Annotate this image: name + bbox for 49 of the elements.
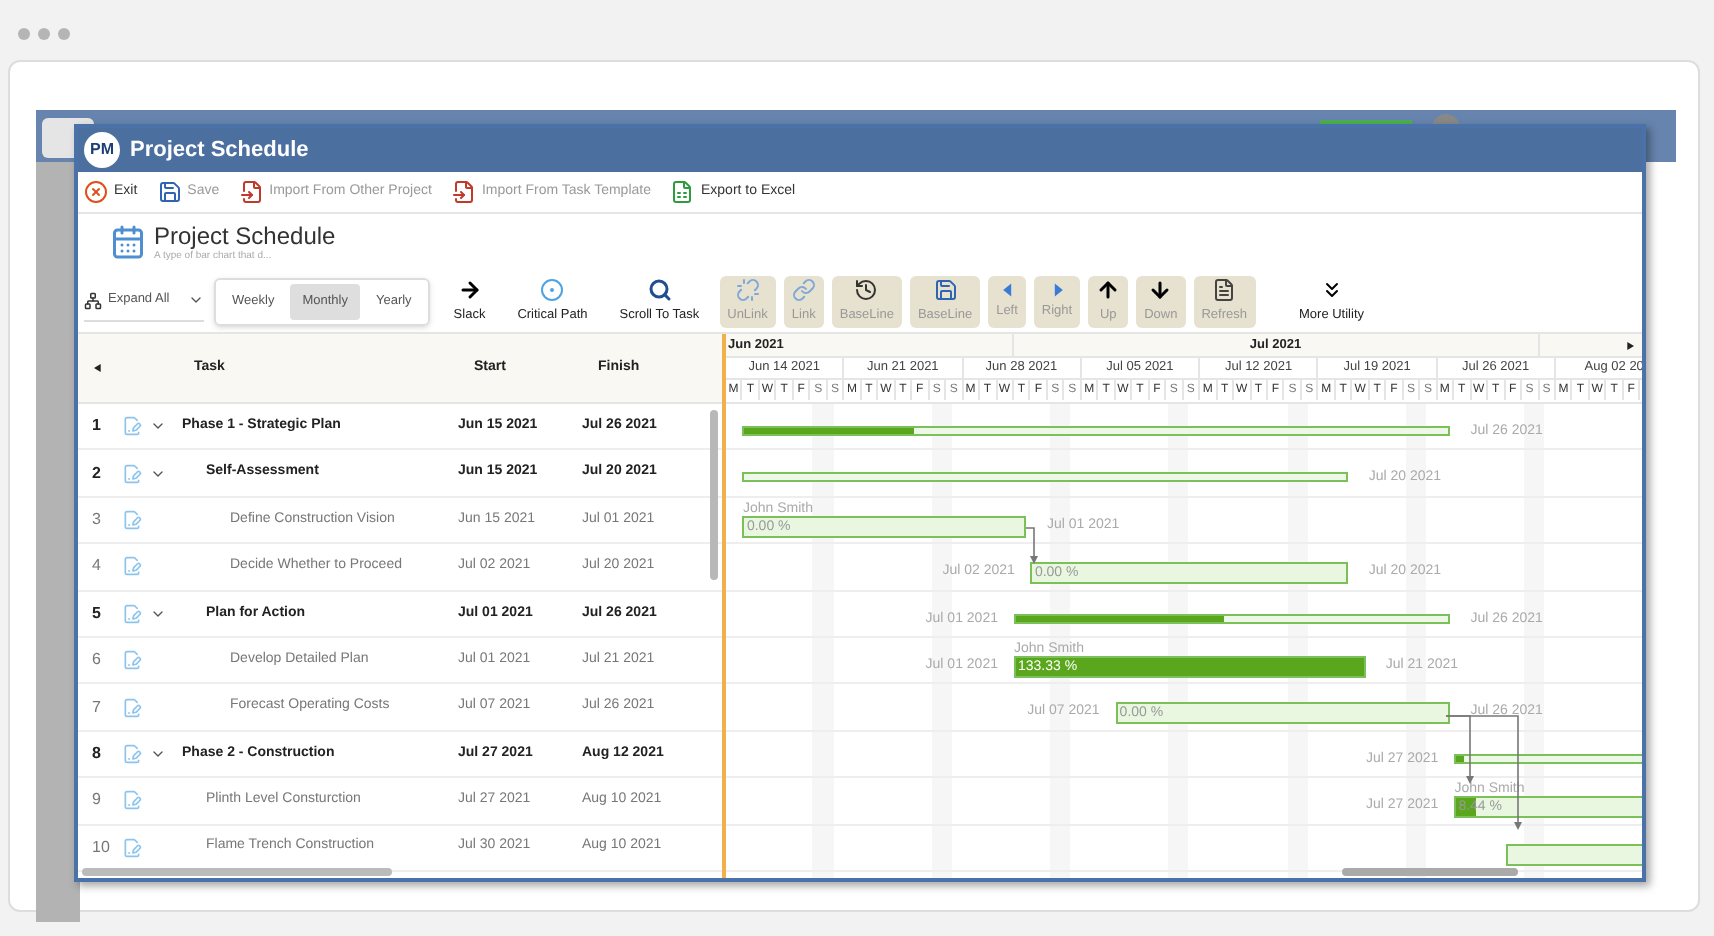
task-edit-icon[interactable] [122,743,142,764]
task-edit-icon[interactable] [122,556,142,577]
triangle-left-icon [999,281,1015,298]
tree-icon [84,291,102,309]
scrollbar-thumb[interactable] [710,410,718,580]
document-icon [1212,277,1237,302]
calendar-icon [110,224,146,260]
target-icon [540,277,565,302]
task-edit-icon[interactable] [122,509,142,530]
window-title: Project Schedule [130,135,309,166]
task-edit-icon[interactable] [122,697,142,718]
arrow-up-icon [1096,277,1121,302]
row-number: 9 [90,788,103,813]
chevron-down-icon [188,292,204,308]
save-icon [157,180,182,204]
arrow-down-icon [1148,277,1173,302]
row-number: 3 [90,507,103,532]
task-edit-icon[interactable] [122,603,142,624]
app-logo: PM [84,132,120,168]
triangle-right-icon[interactable] [1626,342,1634,350]
row-number: 4 [90,554,103,579]
arrow-right-icon [457,277,482,302]
row-number: 5 [90,601,103,626]
link-icon [791,277,816,302]
row-number: 2 [90,461,103,486]
history-icon [854,277,879,302]
spreadsheet-icon [670,180,695,204]
triangle-left-icon [94,364,102,372]
scrollbar-thumb[interactable] [82,868,392,876]
row-number: 7 [90,695,103,720]
page-title: Project Schedule [154,223,336,247]
close-icon [84,180,108,204]
row-number: 1 [90,414,103,439]
unlink-icon [735,277,760,302]
scrollbar-thumb[interactable] [1342,868,1518,876]
task-edit-icon[interactable] [122,416,142,437]
save-icon [933,277,958,302]
task-bar [1505,843,1642,866]
task-edit-icon[interactable] [122,837,142,858]
import-icon [451,180,476,204]
task-edit-icon[interactable] [122,463,142,484]
task-edit-icon[interactable] [122,650,142,671]
task-edit-icon[interactable] [122,790,142,811]
import-icon [239,180,264,204]
search-icon [647,277,672,302]
row-number: 6 [90,648,103,673]
row-number: 8 [90,741,103,766]
triangle-right-icon [1049,281,1066,298]
row-number: 10 [90,835,112,860]
